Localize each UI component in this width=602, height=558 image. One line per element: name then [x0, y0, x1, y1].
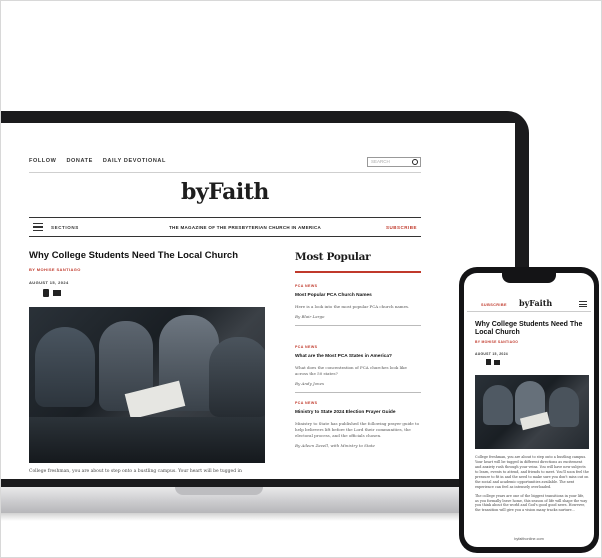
phone-url-bar[interactable]: byfaithonline.com [464, 537, 594, 541]
popular-item-title[interactable]: Ministry to State 2024 Election Prayer G… [295, 410, 421, 415]
phone-notch [502, 273, 556, 283]
phone-header: SUBSCRIBE byFaith [467, 296, 591, 312]
search-input[interactable]: SEARCH [367, 157, 421, 167]
search-icon[interactable] [412, 159, 418, 165]
menu-icon[interactable] [579, 301, 587, 307]
popular-item-title[interactable]: Most Popular PCA Church Names [295, 293, 421, 298]
phone-article-body: College freshman, you are about to step … [475, 455, 589, 513]
popular-item-author: By Aileen Zavell, with Ministry to State [295, 443, 375, 448]
article-body-excerpt: College freshman, you are about to step … [29, 469, 242, 474]
popular-item-author: By Andy Jones [295, 381, 325, 386]
popular-item-text: Ministry to State has published the foll… [295, 421, 420, 438]
donate-link[interactable]: DONATE [66, 158, 92, 164]
follow-link[interactable]: FOLLOW [29, 158, 56, 164]
most-popular-rule [295, 271, 421, 273]
site-top-bar: FOLLOW DONATE DAILY DEVOTIONAL SEARCH [29, 151, 421, 173]
phone-site-logo[interactable]: byFaith [519, 298, 552, 308]
site-tagline: THE MAGAZINE OF THE PRESBYTERIAN CHURCH … [169, 225, 322, 230]
popular-item-tag: PCA NEWS [295, 401, 318, 405]
search-placeholder: SEARCH [371, 159, 390, 164]
menu-icon[interactable] [33, 223, 43, 231]
device-mockup-scene: FOLLOW DONATE DAILY DEVOTIONAL SEARCH by… [0, 0, 602, 558]
popular-item[interactable]: PCA NEWS What are the Most PCA States in… [295, 345, 421, 393]
article-hero-image [29, 307, 265, 463]
phone-paragraph: College freshman, you are about to step … [475, 455, 589, 489]
popular-item-title[interactable]: What are the Most PCA States in America? [295, 354, 421, 359]
article-byline[interactable]: BY MOHISE SANTIAGO [29, 267, 81, 272]
article-date: AUGUST 15, 2024 [29, 280, 69, 285]
sections-button[interactable]: SECTIONS [51, 225, 79, 230]
phone-hero-image [475, 375, 589, 449]
phone-article-byline[interactable]: BY MOHISE SANTIAGO [475, 340, 518, 344]
facebook-icon[interactable] [486, 359, 491, 365]
phone-article-date: AUGUST 15, 2024 [475, 352, 508, 356]
popular-item[interactable]: PCA NEWS Most Popular PCA Church Names H… [295, 284, 421, 326]
divider [295, 392, 421, 393]
photo-person [209, 337, 265, 417]
photo-person [549, 387, 579, 427]
daily-devotional-link[interactable]: DAILY DEVOTIONAL [103, 158, 166, 164]
phone-paragraph: The college years are one of the biggest… [475, 493, 588, 513]
photo-foreground [29, 417, 265, 463]
popular-item-tag: PCA NEWS [295, 284, 318, 288]
most-popular-heading: Most Popular [295, 251, 371, 263]
section-nav-bar: SECTIONS THE MAGAZINE OF THE PRESBYTERIA… [29, 217, 421, 237]
subscribe-link[interactable]: SUBSCRIBE [386, 225, 417, 230]
photo-person [35, 327, 95, 407]
popular-item-author: By Blair Largo [295, 314, 325, 319]
photo-person [483, 385, 513, 425]
popular-item-tag: PCA NEWS [295, 345, 318, 349]
site-logo[interactable]: byFaith [181, 179, 269, 205]
phone-article-title: Why College Students Need The Local Chur… [475, 321, 583, 336]
phone-subscribe-link[interactable]: SUBSCRIBE [481, 303, 507, 307]
popular-item[interactable]: PCA NEWS Ministry to State 2024 Election… [295, 401, 421, 448]
laptop-notch [175, 487, 263, 495]
mail-icon[interactable] [53, 290, 61, 296]
top-links: FOLLOW DONATE DAILY DEVOTIONAL [29, 158, 166, 164]
mail-icon[interactable] [494, 360, 500, 365]
facebook-icon[interactable] [43, 289, 49, 297]
popular-item-text: Here is a look into the most popular PCA… [295, 304, 410, 309]
article-title: Why College Students Need The Local Chur… [29, 250, 239, 261]
popular-item-text: What does the concentration of PCA churc… [295, 365, 407, 376]
divider [295, 325, 421, 326]
